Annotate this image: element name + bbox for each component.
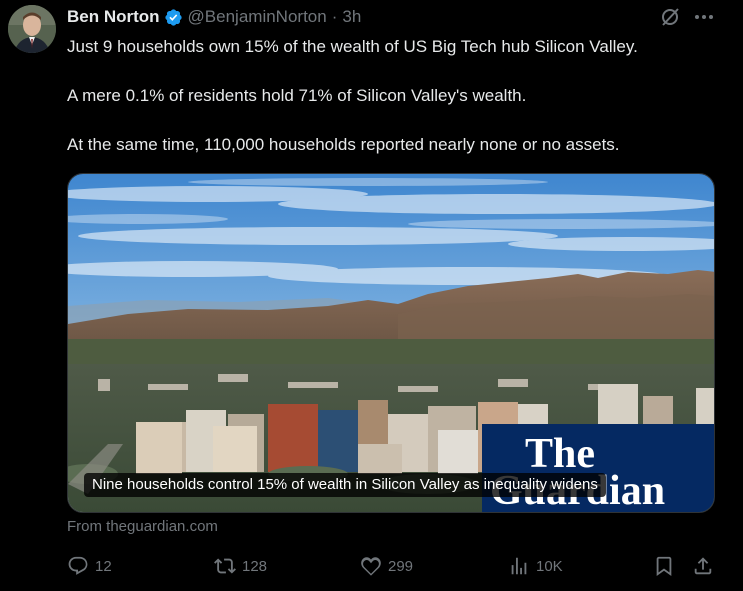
share-button[interactable] [692,555,714,577]
header-separator: · [331,7,338,26]
repost-button[interactable]: 128 [214,555,267,577]
tweet-timestamp[interactable]: 3h [342,7,361,27]
tweet-text-line-3: At the same time, 110,000 households rep… [67,135,620,154]
bookmark-icon [653,555,675,577]
author-handle[interactable]: @BenjaminNorton [188,7,327,27]
views-button[interactable]: 10K [508,555,563,577]
grok-icon[interactable] [659,6,681,28]
reply-icon [67,555,89,577]
views-icon [508,555,530,577]
tweet[interactable]: Ben Norton @BenjaminNorton · 3h Just 9 h… [0,0,743,591]
tweet-text-line-2: A mere 0.1% of residents hold 71% of Sil… [67,86,527,105]
tweet-text-line-1: Just 9 households own 15% of the wealth … [67,37,638,56]
reply-button[interactable]: 12 [67,555,112,577]
card-caption: Nine households control 15% of wealth in… [84,473,606,497]
like-button[interactable]: 299 [360,555,413,577]
repost-count: 128 [242,557,268,575]
bookmark-button[interactable] [653,555,675,577]
article-image: The Guardian [68,174,714,512]
like-count: 299 [388,557,414,575]
verified-badge-icon[interactable] [164,8,183,27]
like-icon [360,555,382,577]
reply-count: 12 [95,557,112,575]
card-source[interactable]: From theguardian.com [67,518,218,535]
repost-icon [214,555,236,577]
link-card[interactable]: The Guardian Nine households control 15%… [67,173,715,513]
share-icon [692,555,714,577]
author-display-name[interactable]: Ben Norton [67,7,160,27]
more-icon[interactable] [692,5,716,29]
tweet-header: Ben Norton @BenjaminNorton · 3h [67,6,361,28]
views-count: 10K [536,557,563,575]
avatar[interactable] [8,5,56,53]
